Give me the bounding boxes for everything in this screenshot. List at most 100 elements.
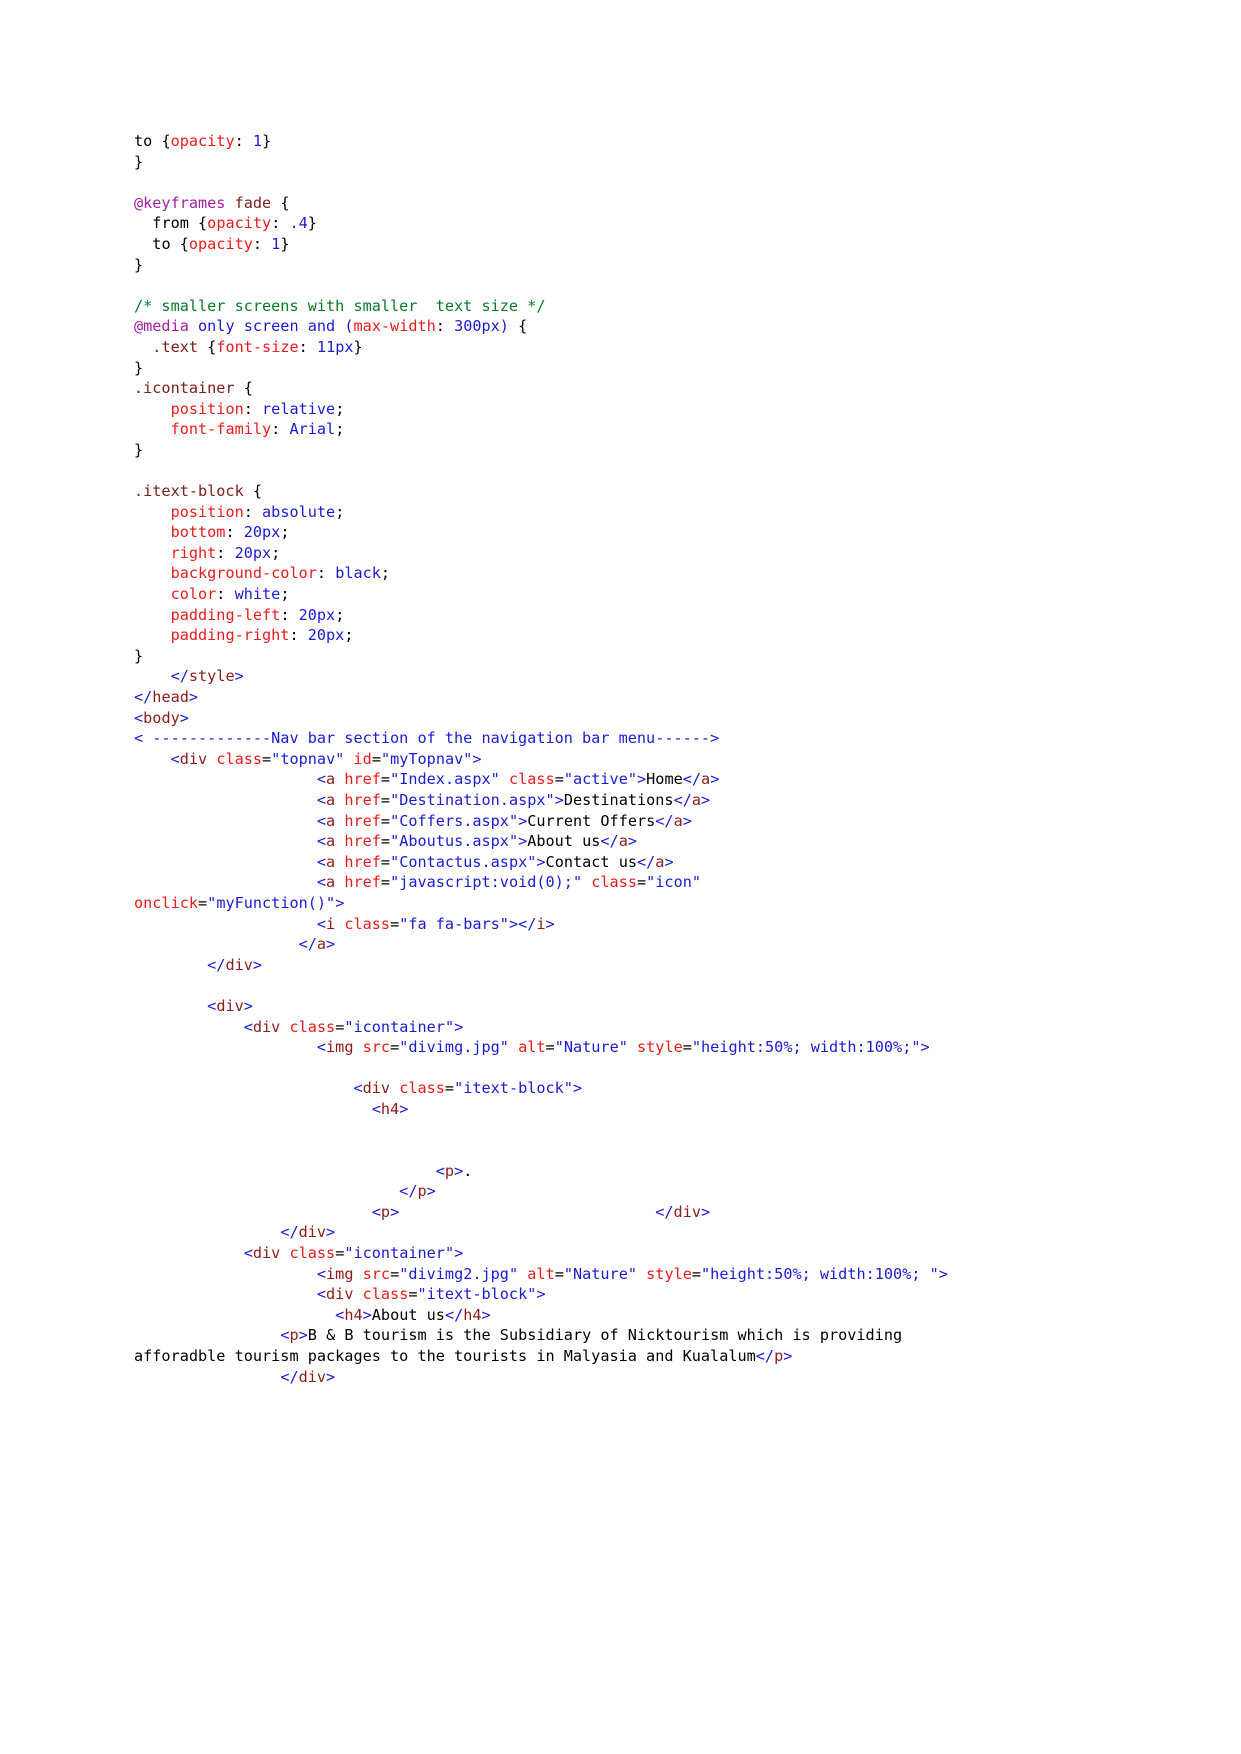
attr-href-value: "Coffers.aspx" <box>390 811 519 830</box>
tag-style-close: style <box>188 667 235 686</box>
tag-h4-open: h4 <box>380 1099 400 1118</box>
bracket: > <box>701 791 711 809</box>
from-value: .4 <box>289 214 308 233</box>
bracket: > <box>536 1285 546 1304</box>
bracket: > <box>243 996 253 1015</box>
bracket: < <box>316 1264 327 1283</box>
bracket: > <box>472 749 482 768</box>
source-code-block: to {opacity: 1} } @keyframes fade { from… <box>134 131 954 1387</box>
at-rule-media: @media <box>134 317 189 336</box>
colon: : <box>225 523 244 542</box>
attr-class: class <box>399 1079 445 1098</box>
colon: : <box>280 605 299 624</box>
bracket: > <box>554 791 564 809</box>
css-value: relative <box>262 399 336 418</box>
from-colon: : <box>271 214 290 233</box>
keyframes-open-brace: { <box>280 193 290 212</box>
bracket: > <box>234 667 244 686</box>
bracket: </ <box>636 852 656 871</box>
tag-i-close: i <box>536 914 546 933</box>
tag-div-topnav: div <box>179 749 208 768</box>
attr-href-value: "Index.aspx" <box>390 770 500 789</box>
bracket: < <box>316 811 327 830</box>
tag-img2: img <box>326 1264 354 1283</box>
bracket: < <box>316 873 327 892</box>
colon: : <box>289 626 308 645</box>
bracket: < <box>316 852 327 871</box>
semicolon: ; <box>344 626 354 645</box>
link-text-about-us: About us <box>527 832 601 851</box>
bracket: > <box>399 1099 409 1118</box>
bracket: > <box>390 1202 400 1221</box>
link-text-home: Home <box>646 770 683 789</box>
bracket: > <box>454 1244 464 1263</box>
bracket: </ <box>444 1305 464 1324</box>
tag-p-open: p <box>289 1326 299 1345</box>
tag-anchor-close: a <box>673 811 683 830</box>
bracket: < <box>353 1079 363 1098</box>
bracket: > <box>298 1326 308 1345</box>
equals: = <box>380 770 391 789</box>
to-keyword: to <box>134 234 180 253</box>
equals: = <box>380 832 391 851</box>
bracket: < <box>316 791 327 809</box>
media-feature: max-width <box>353 317 436 336</box>
css-property: padding-right <box>170 626 290 645</box>
tag-head-close: head <box>152 688 189 707</box>
bracket: < <box>207 996 217 1015</box>
to-close-brace: } <box>280 234 290 253</box>
bracket: > <box>326 1223 336 1242</box>
attr-class-value-icon: "icon" <box>646 873 702 892</box>
equals: = <box>335 1017 345 1036</box>
equals: = <box>198 893 208 912</box>
bracket: > <box>545 914 555 933</box>
icontainer-close-brace: } <box>134 440 144 459</box>
tag-h4-close: h4 <box>463 1305 482 1324</box>
media-conditions: only screen and <box>188 317 345 336</box>
media-colon: : <box>435 317 455 336</box>
bracket: > <box>179 708 189 727</box>
equals: = <box>380 873 391 892</box>
to-open-brace: { <box>179 234 189 253</box>
bracket: </ <box>673 791 692 809</box>
attr-class: class <box>362 1285 409 1304</box>
equals: = <box>545 1038 555 1057</box>
bracket: > <box>518 832 528 851</box>
bracket: </ <box>682 770 702 789</box>
tag-anchor: a <box>326 852 336 871</box>
to-colon: : <box>252 234 272 253</box>
media-inner-selector: .text <box>134 337 208 356</box>
tag-i-icon: i <box>326 914 336 933</box>
tag-div-close: div <box>298 1223 327 1242</box>
bracket: ></ <box>508 914 537 933</box>
bracket: > <box>920 1038 930 1057</box>
colon: : <box>216 543 235 562</box>
equals: = <box>408 1285 418 1304</box>
bracket: </ <box>280 1367 299 1386</box>
tag-anchor: a <box>326 770 336 789</box>
css-value: 20px <box>234 543 272 562</box>
css-to-keyword: to <box>134 132 162 150</box>
bracket: < <box>335 1305 345 1324</box>
bracket: > <box>710 770 720 789</box>
bracket: > <box>362 1305 372 1324</box>
html-navbar-comment: < -------------Nav bar section of the na… <box>134 729 720 748</box>
attr-id: id <box>353 749 372 768</box>
